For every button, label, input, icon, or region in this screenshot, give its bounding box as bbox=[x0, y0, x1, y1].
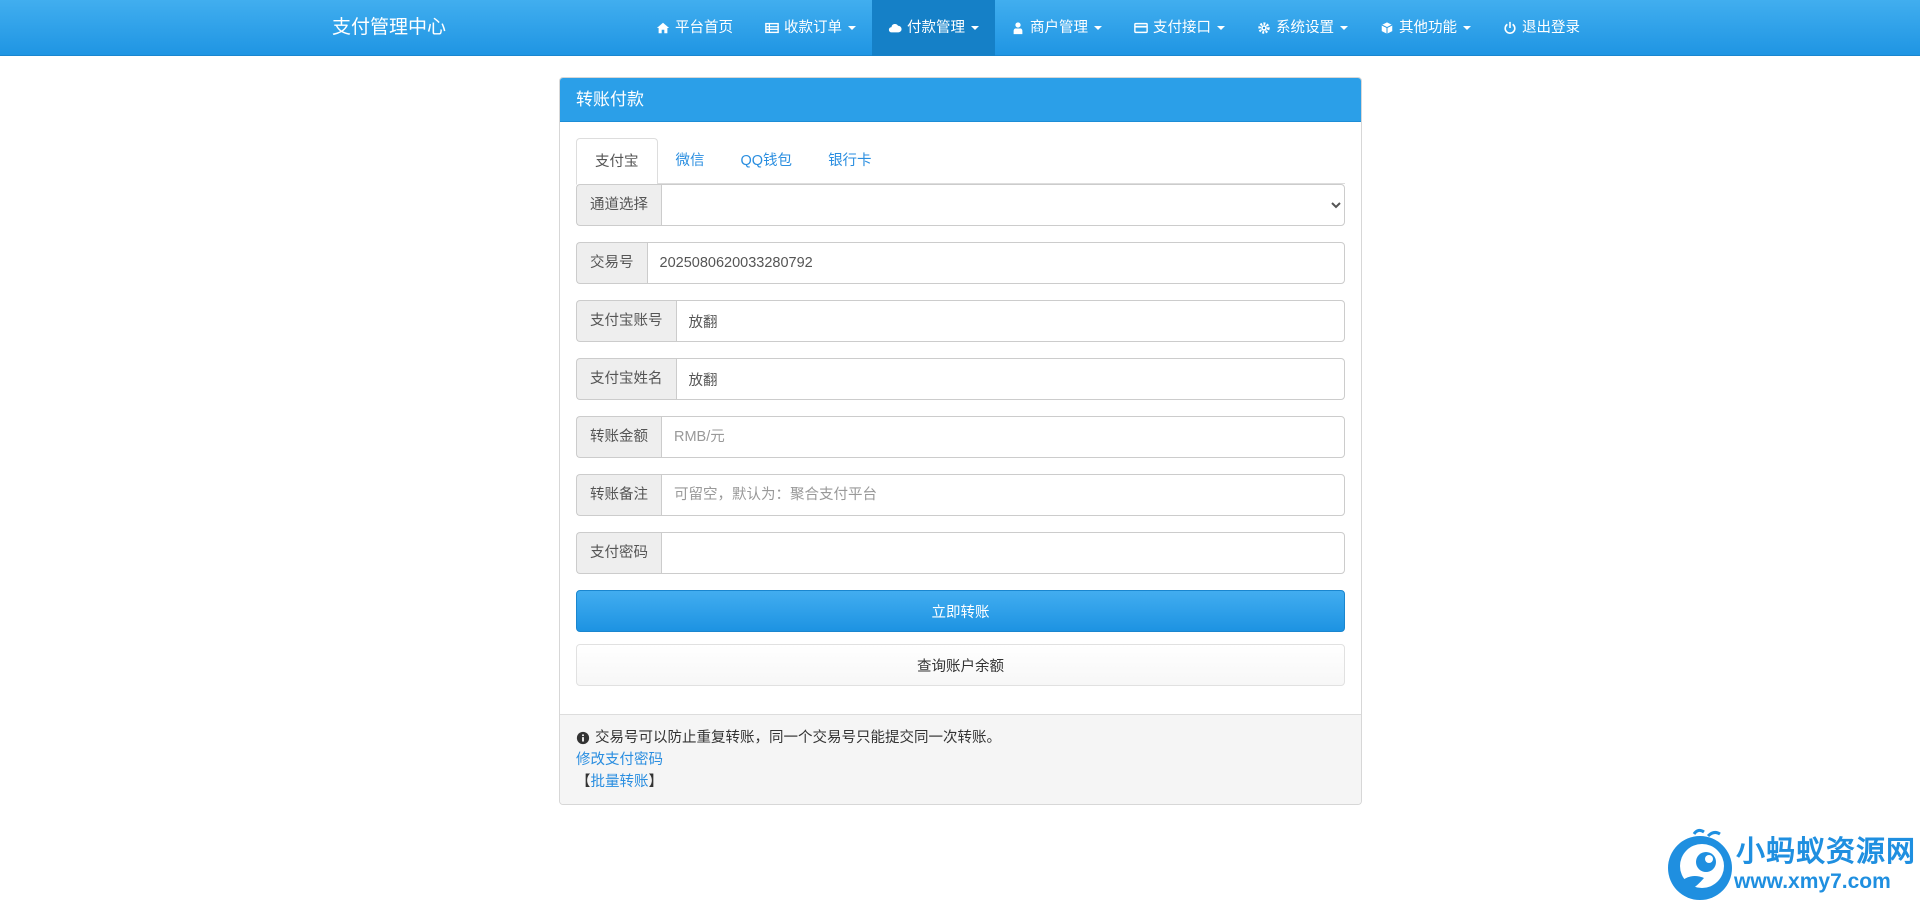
nav-label: 平台首页 bbox=[675, 20, 733, 36]
caret-down-icon bbox=[1340, 26, 1348, 30]
caret-down-icon bbox=[848, 26, 856, 30]
transfer-submit-button[interactable]: 立即转账 bbox=[576, 590, 1345, 632]
footer-note-line: 交易号可以防止重复转账，同一个交易号只能提交同一次转账。 bbox=[576, 727, 1345, 749]
caret-down-icon bbox=[971, 26, 979, 30]
site-watermark: 小蚂蚁资源网 www.xmy7.com bbox=[1664, 828, 1920, 906]
trade-no-label: 交易号 bbox=[576, 242, 647, 284]
bracket-open: 【 bbox=[576, 774, 591, 790]
nav-label: 收款订单 bbox=[784, 20, 842, 36]
info-icon bbox=[576, 731, 590, 745]
footer-note: 交易号可以防止重复转账，同一个交易号只能提交同一次转账。 bbox=[595, 730, 1001, 746]
amount-label: 转账金额 bbox=[576, 416, 661, 458]
nav-label: 系统设置 bbox=[1276, 20, 1334, 36]
tab-bank-card[interactable]: 银行卡 bbox=[810, 138, 890, 184]
power-icon bbox=[1504, 21, 1516, 34]
name-row: 支付宝姓名 bbox=[576, 358, 1345, 400]
nav-label: 退出登录 bbox=[1522, 20, 1580, 36]
channel-label: 通道选择 bbox=[576, 184, 661, 226]
amount-row: 转账金额 bbox=[576, 416, 1345, 458]
ant-logo-icon bbox=[1668, 828, 1732, 900]
nav-item-logout[interactable]: 退出登录 bbox=[1487, 0, 1596, 56]
account-label: 支付宝账号 bbox=[576, 300, 676, 342]
cloud-icon bbox=[888, 23, 902, 33]
panel-body: 支付宝 微信 QQ钱包 银行卡 通道选择 交易号 支付宝账号 支付宝姓名 转账金… bbox=[560, 122, 1361, 686]
list-icon bbox=[765, 22, 779, 34]
remark-label: 转账备注 bbox=[576, 474, 661, 516]
trade-no-input[interactable] bbox=[646, 242, 1345, 284]
nav-item-orders[interactable]: 收款订单 bbox=[749, 0, 872, 56]
transfer-panel: 转账付款 支付宝 微信 QQ钱包 银行卡 通道选择 交易号 支付宝账号 支付宝姓… bbox=[559, 77, 1362, 805]
tab-wechat[interactable]: 微信 bbox=[658, 138, 723, 184]
batch-transfer-link[interactable]: 批量转账 bbox=[591, 774, 649, 790]
footer-password-line: 修改支付密码 bbox=[576, 749, 1345, 771]
password-row: 支付密码 bbox=[576, 532, 1345, 574]
caret-down-icon bbox=[1463, 26, 1471, 30]
top-navbar: 支付管理中心 平台首页 收款订单 付款管理 商户管理 支付接口 系统设置 其他功… bbox=[0, 0, 1920, 56]
nav-item-payments[interactable]: 付款管理 bbox=[872, 0, 995, 56]
tab-qq-wallet[interactable]: QQ钱包 bbox=[723, 138, 811, 184]
main-nav: 平台首页 收款订单 付款管理 商户管理 支付接口 系统设置 其他功能 退出登录 bbox=[640, 0, 1596, 56]
nav-label: 支付接口 bbox=[1153, 20, 1211, 36]
brand-title[interactable]: 支付管理中心 bbox=[332, 0, 446, 56]
query-balance-button[interactable]: 查询账户余额 bbox=[576, 644, 1345, 686]
home-icon bbox=[656, 22, 670, 34]
cube-icon bbox=[1381, 22, 1393, 34]
panel-footer: 交易号可以防止重复转账，同一个交易号只能提交同一次转账。 修改支付密码 【批量转… bbox=[560, 714, 1361, 804]
payment-method-tabs: 支付宝 微信 QQ钱包 银行卡 bbox=[576, 138, 1345, 185]
alipay-name-input[interactable] bbox=[675, 358, 1345, 400]
pay-password-input[interactable] bbox=[661, 532, 1345, 574]
account-row: 支付宝账号 bbox=[576, 300, 1345, 342]
user-icon bbox=[1013, 22, 1023, 35]
credit-card-icon bbox=[1134, 22, 1148, 34]
amount-input[interactable] bbox=[661, 416, 1345, 458]
change-password-link[interactable]: 修改支付密码 bbox=[576, 752, 663, 768]
remark-input[interactable] bbox=[661, 474, 1345, 516]
name-label: 支付宝姓名 bbox=[576, 358, 676, 400]
nav-item-interfaces[interactable]: 支付接口 bbox=[1118, 0, 1241, 56]
nav-label: 付款管理 bbox=[907, 20, 965, 36]
tab-alipay[interactable]: 支付宝 bbox=[576, 138, 658, 185]
watermark-url: www.xmy7.com bbox=[1734, 870, 1891, 893]
panel-title: 转账付款 bbox=[560, 78, 1361, 122]
password-label: 支付密码 bbox=[576, 532, 661, 574]
channel-row: 通道选择 bbox=[576, 184, 1345, 226]
nav-label: 商户管理 bbox=[1030, 20, 1088, 36]
nav-label: 其他功能 bbox=[1399, 20, 1457, 36]
nav-item-home[interactable]: 平台首页 bbox=[640, 0, 749, 56]
nav-item-settings[interactable]: 系统设置 bbox=[1241, 0, 1364, 56]
gear-icon bbox=[1258, 22, 1270, 34]
watermark-title: 小蚂蚁资源网 bbox=[1736, 836, 1917, 868]
trade-no-row: 交易号 bbox=[576, 242, 1345, 284]
remark-row: 转账备注 bbox=[576, 474, 1345, 516]
footer-batch-line: 【批量转账】 bbox=[576, 771, 1345, 793]
alipay-account-input[interactable] bbox=[675, 300, 1345, 342]
caret-down-icon bbox=[1094, 26, 1102, 30]
bracket-close: 】 bbox=[648, 774, 664, 790]
channel-select[interactable] bbox=[661, 184, 1345, 226]
nav-item-merchants[interactable]: 商户管理 bbox=[995, 0, 1118, 56]
caret-down-icon bbox=[1217, 26, 1225, 30]
nav-item-other[interactable]: 其他功能 bbox=[1364, 0, 1487, 56]
